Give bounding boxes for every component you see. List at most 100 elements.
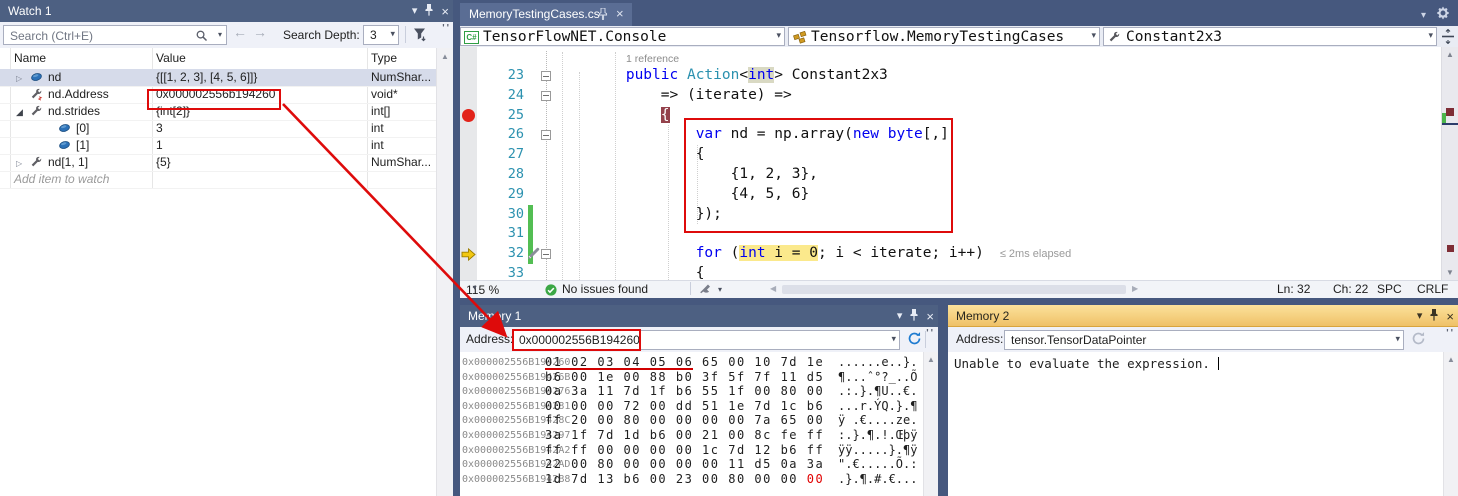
watch-value-cell: {[[1, 2, 3], [4, 5, 6]]} [156, 69, 257, 86]
memory1-titlebar[interactable]: Memory 1 ▾ × [460, 305, 938, 327]
close-icon[interactable]: × [616, 7, 624, 20]
address-label: Address: [956, 332, 1003, 346]
filter-watch-icon[interactable] [412, 26, 428, 47]
watch-vertical-scrollbar[interactable]: ▲ [436, 48, 453, 496]
watch-row--0-[interactable]: [0]3int [0, 120, 437, 138]
editor-group: MemoryTestingCases.cs × ▾ C# TensorFlowN… [460, 0, 1458, 298]
perf-tip[interactable]: ≤ 2ms elapsed [1000, 248, 1071, 260]
pin-icon[interactable] [909, 309, 919, 324]
memory2-scrollbar[interactable]: ▲ [1443, 352, 1458, 496]
toolbar-overflow-icon[interactable]: '' [442, 23, 451, 34]
pin-icon[interactable] [424, 4, 434, 19]
collapse-region-icon[interactable] [541, 130, 551, 140]
toolbar-overflow-icon[interactable]: '' [926, 328, 935, 339]
member-dropdown[interactable]: Constant2x3 ▾ [1103, 27, 1437, 46]
project-dropdown[interactable]: C# TensorFlowNET.Console ▾ [460, 27, 785, 46]
code-line-28[interactable]: 28 {1, 2, 3}, [460, 165, 1442, 185]
code-text: }); [556, 205, 722, 225]
type-dropdown[interactable]: Tensorflow.MemoryTestingCases ▾ [788, 27, 1100, 46]
pin-icon[interactable] [1429, 309, 1439, 324]
issues-status-text[interactable]: No issues found [562, 282, 648, 296]
scroll-up-icon[interactable]: ▲ [1442, 50, 1458, 59]
collapse-region-icon[interactable] [541, 91, 551, 101]
watch-name-cell: nd.strides [48, 103, 100, 120]
close-icon[interactable]: × [926, 310, 934, 323]
expand-icon[interactable]: ▷ [16, 70, 22, 87]
scroll-up-icon[interactable]: ▲ [1447, 355, 1455, 364]
field-icon [58, 139, 72, 152]
watch-row-nd-strides[interactable]: ◢nd.strides{int[2]}int[] [0, 103, 437, 121]
code-line-26[interactable]: 26 var nd = np.array(new byte[,] [460, 125, 1442, 145]
watch-value-cell: 3 [156, 120, 163, 137]
memory2-address-input[interactable]: tensor.TensorDataPointer ▾ [1004, 330, 1404, 350]
search-options-dropdown-icon[interactable]: ▾ [218, 30, 222, 39]
scroll-left-icon[interactable]: ◀ [770, 284, 776, 293]
close-icon[interactable]: × [1446, 310, 1454, 323]
watch-search-box[interactable]: ▾ [3, 25, 227, 45]
chevron-down-icon: ▾ [390, 29, 395, 40]
code-line-33[interactable]: 33 { [460, 264, 1442, 280]
memory-row: 0x000002556B1942973a 1f 7d 1d b6 00 21 0… [460, 428, 924, 443]
column-header-type[interactable]: Type [371, 51, 397, 65]
memory1-address-input[interactable]: 0x000002556B194260 ▾ [512, 330, 900, 350]
horizontal-scrollbar-thumb[interactable] [782, 285, 1126, 294]
split-editor-icon[interactable] [1441, 29, 1455, 49]
refresh-icon[interactable] [907, 331, 922, 351]
document-tab[interactable]: MemoryTestingCases.cs × [460, 3, 632, 26]
code-line-30[interactable]: 30 }); [460, 205, 1442, 225]
add-item-to-watch-row[interactable]: Add item to watch [0, 171, 437, 189]
zoom-level-select[interactable]: 115 % ▾ [466, 282, 473, 296]
collapse-region-icon[interactable] [541, 71, 551, 81]
tab-title: MemoryTestingCases.cs [469, 7, 600, 21]
search-back-icon[interactable]: ← [233, 24, 247, 40]
memory-row: 0x000002556B19428Cff 20 00 80 00 00 00 0… [460, 413, 924, 428]
code-editor-body[interactable]: 1 reference 23 public Action<int> Consta… [460, 47, 1458, 280]
expand-icon[interactable]: ▷ [16, 155, 22, 172]
separator [690, 282, 691, 295]
memory2-content[interactable]: Unable to evaluate the expression. [948, 352, 1444, 496]
memory-row-hex: b6 00 1e 00 88 b0 3f 5f 7f 11 d5 [545, 370, 824, 385]
code-line-29[interactable]: 29 {4, 5, 6} [460, 185, 1442, 205]
search-input[interactable] [8, 27, 182, 45]
toolbar-overflow-icon[interactable]: '' [1446, 328, 1455, 339]
gear-icon[interactable] [1436, 6, 1450, 25]
column-header-value[interactable]: Value [156, 51, 186, 65]
code-line-23[interactable]: 23 public Action<int> Constant2x3 [460, 66, 1442, 86]
window-dropdown-icon[interactable]: ▾ [1421, 10, 1426, 21]
watch-row-nd-address[interactable]: nd.Address0x000002556b194260void* [0, 86, 437, 104]
scroll-up-icon[interactable]: ▲ [927, 355, 935, 364]
collapse-icon[interactable]: ◢ [16, 104, 23, 121]
window-position-dropdown-icon[interactable]: ▾ [412, 6, 418, 17]
code-line-24[interactable]: 24 => (iterate) => [460, 86, 1442, 106]
editor-vertical-scrollbar[interactable]: ▲ ▼ [1441, 47, 1458, 280]
memory2-titlebar[interactable]: Memory 2 ▾ × [948, 305, 1458, 327]
code-line-32[interactable]: 32 for (int i = 0; i < iterate; i++)≤ 2m… [460, 244, 1442, 264]
window-position-dropdown-icon[interactable]: ▾ [897, 311, 903, 322]
code-line-27[interactable]: 27 { [460, 145, 1442, 165]
watch-row--1-[interactable]: [1]1int [0, 137, 437, 155]
memory2-toolbar: Address: tensor.TensorDataPointer ▾ '' [948, 327, 1458, 353]
scrollbar-mark [1447, 245, 1454, 252]
search-icon[interactable] [195, 29, 208, 47]
code-line-31[interactable]: 31 [460, 224, 1442, 244]
memory1-scrollbar[interactable]: ▲ [923, 352, 938, 496]
code-line-25[interactable]: 25 { [460, 106, 1442, 126]
watch-row-nd[interactable]: ▷nd{[[1, 2, 3], [4, 5, 6]]}NumShar... [0, 69, 437, 87]
scroll-down-icon[interactable]: ▼ [1442, 268, 1458, 277]
search-forward-icon[interactable]: → [253, 24, 267, 40]
column-header-name[interactable]: Name [14, 51, 46, 65]
chevron-down-icon: ▾ [1428, 27, 1433, 44]
window-position-dropdown-icon[interactable]: ▾ [1417, 311, 1423, 322]
search-depth-select[interactable]: 3 ▾ [363, 25, 399, 45]
memory-row: 0x000002556B19426Bb6 00 1e 00 88 b0 3f 5… [460, 370, 924, 385]
collapse-region-icon[interactable] [541, 249, 551, 259]
pin-icon[interactable] [598, 8, 608, 23]
chevron-down-icon[interactable]: ▾ [718, 285, 722, 294]
close-icon[interactable]: × [441, 5, 449, 18]
scroll-right-icon[interactable]: ▶ [1132, 284, 1138, 293]
scroll-up-icon[interactable]: ▲ [441, 52, 449, 61]
watch-row-nd-1-1-[interactable]: ▷nd[1, 1]{5}NumShar... [0, 154, 437, 172]
code-cleanup-broom-icon[interactable] [700, 284, 713, 299]
watch-titlebar[interactable]: Watch 1 ▾ × [0, 0, 453, 22]
health-check-icon[interactable] [545, 284, 557, 299]
